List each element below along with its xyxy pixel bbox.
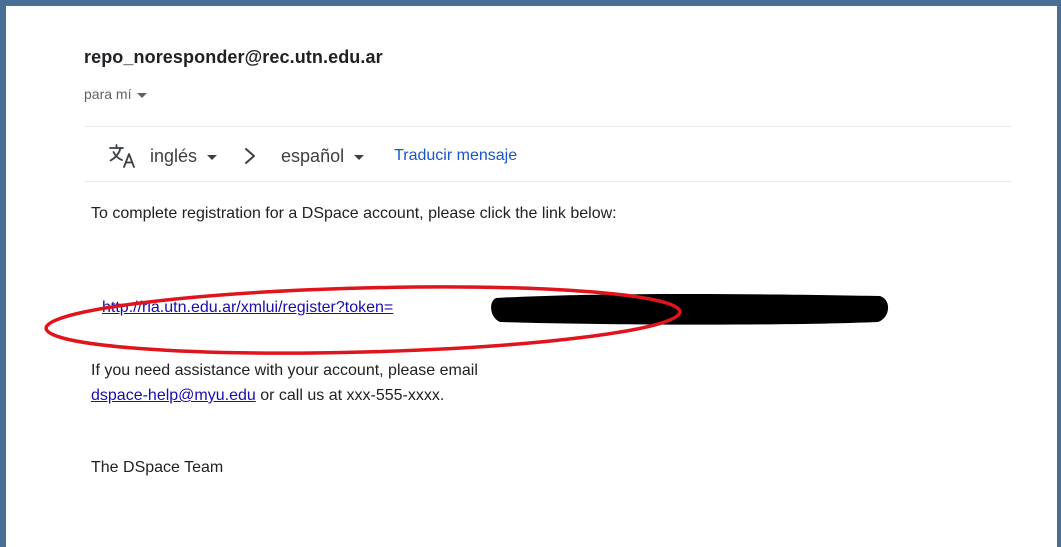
recipient-label: para mí <box>84 86 132 102</box>
target-language-select[interactable]: español <box>281 145 365 167</box>
source-language-select[interactable]: inglés <box>150 145 218 167</box>
assistance-paragraph: If you need assistance with your account… <box>91 358 771 408</box>
signature: The DSpace Team <box>91 459 224 476</box>
translate-message-link[interactable]: Traducir mensaje <box>394 147 517 165</box>
chevron-right-icon <box>245 148 256 164</box>
caret-down-icon <box>137 92 148 98</box>
assistance-suffix: or call us at xxx-555-xxxx. <box>260 387 445 404</box>
recipient-dropdown[interactable]: para mí <box>84 86 148 102</box>
translate-bar: inglés español Traducir mensaje <box>108 140 517 172</box>
caret-down-icon <box>207 154 218 160</box>
assistance-prefix: If you need assistance with your account… <box>91 362 478 379</box>
intro-paragraph: To complete registration for a DSpace ac… <box>91 205 617 222</box>
sender-address: repo_noresponder@rec.utn.edu.ar <box>84 47 383 67</box>
translate-icon <box>109 144 135 168</box>
header-divider <box>84 126 1012 127</box>
registration-link[interactable]: http://ria.utn.edu.ar/xmlui/register?tok… <box>102 295 393 320</box>
caret-down-icon <box>354 154 365 160</box>
help-email-link[interactable]: dspace-help@myu.edu <box>91 387 256 404</box>
target-language-label: español <box>281 145 345 166</box>
source-language-label: inglés <box>150 145 198 166</box>
translate-divider <box>84 181 1012 182</box>
